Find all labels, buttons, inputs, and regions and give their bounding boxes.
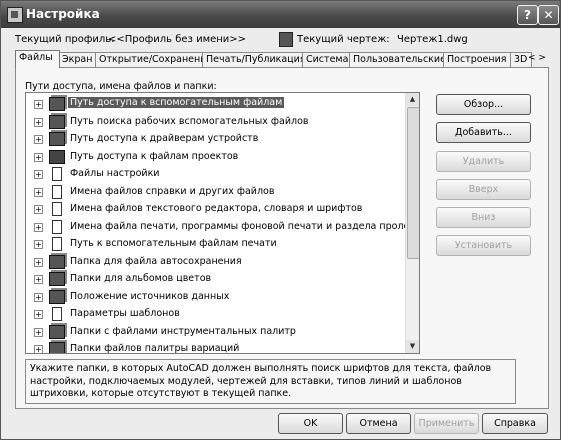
tree-item[interactable]: + Файлы настройки xyxy=(26,165,406,182)
tab-drafting[interactable]: Построения xyxy=(443,52,512,67)
expand-icon[interactable]: + xyxy=(34,135,43,144)
drawing-icon xyxy=(279,32,293,47)
drawing-label: Текущий чертеж: xyxy=(297,34,390,45)
move-down-button[interactable]: Вниз xyxy=(436,207,531,228)
tree-item[interactable]: + Путь поиска рабочих вспомогательных фа… xyxy=(26,113,406,130)
document-icon xyxy=(52,167,62,181)
profile-label: Текущий профиль: xyxy=(15,34,115,45)
drawing-value: Чертеж1.dwg xyxy=(397,34,468,45)
expand-icon[interactable]: + xyxy=(34,257,43,267)
folder-tree-icon xyxy=(49,272,65,286)
tab-scroll-arrows: < > xyxy=(528,53,546,63)
document-icon xyxy=(52,184,62,199)
tree-item[interactable]: + Имена файлов текстового редактора, сло… xyxy=(26,200,406,217)
tab-user-preferences[interactable]: Пользовательские xyxy=(349,52,446,67)
scroll-down-icon[interactable]: ▼ xyxy=(406,340,419,353)
tree-item[interactable]: + Папки файлов палитры вариаций xyxy=(26,340,406,353)
expand-icon[interactable]: + xyxy=(34,222,43,232)
tree-item[interactable]: + Имена файла печати, программы фоновой … xyxy=(26,218,419,235)
add-button[interactable]: Добавить... xyxy=(436,122,531,143)
expand-icon[interactable]: + xyxy=(34,152,43,162)
folder-tree-icon xyxy=(49,254,65,269)
expand-icon[interactable]: + xyxy=(34,187,43,197)
tab-open-save[interactable]: Открытие/Сохранение xyxy=(95,52,212,67)
tree-item[interactable]: + Путь доступа к файлам проектов xyxy=(26,148,406,165)
profile-value: <<Профиль без имени>> xyxy=(108,34,247,45)
project-files-icon xyxy=(49,149,65,164)
title-bar[interactable]: Настройка ? ✕ xyxy=(1,1,560,28)
expand-icon[interactable]: + xyxy=(34,100,43,109)
expand-icon[interactable]: + xyxy=(34,310,43,319)
expand-icon[interactable]: + xyxy=(34,275,43,284)
expand-icon[interactable]: + xyxy=(34,345,43,353)
expand-icon[interactable]: + xyxy=(34,205,43,214)
remove-button[interactable]: Удалить xyxy=(436,151,531,172)
tab-system[interactable]: Система xyxy=(302,52,351,67)
folder-tree-icon xyxy=(49,324,65,339)
folder-tree-icon xyxy=(49,97,65,111)
tree-item[interactable]: + Путь доступа к вспомогательным файлам xyxy=(26,95,406,112)
tree-item[interactable]: + Папки для альбомов цветов xyxy=(26,270,406,287)
app-icon xyxy=(7,7,23,23)
set-current-button[interactable]: Установить xyxy=(436,235,531,256)
tree-scrollbar[interactable]: ▲ ▼ xyxy=(405,93,419,353)
document-icon xyxy=(52,237,62,251)
folder-tree-icon xyxy=(49,289,65,304)
browse-button[interactable]: Обзор... xyxy=(436,94,531,115)
window-title: Настройка xyxy=(26,7,100,21)
help-button[interactable]: Справка xyxy=(482,413,548,434)
expand-icon[interactable]: + xyxy=(34,292,43,302)
expand-icon[interactable]: + xyxy=(34,327,43,337)
document-icon xyxy=(52,219,62,234)
expand-icon[interactable]: + xyxy=(34,240,43,249)
ok-button[interactable]: OK xyxy=(278,413,343,434)
expand-icon[interactable]: + xyxy=(34,170,43,179)
move-up-button[interactable]: Вверх xyxy=(436,179,531,200)
folder-tree-icon xyxy=(49,114,65,129)
tree-item[interactable]: + Путь к вспомогательным файлам печати xyxy=(26,235,406,252)
tab-display[interactable]: Экран xyxy=(58,52,97,67)
folder-tree-icon xyxy=(49,342,65,353)
expand-icon[interactable]: + xyxy=(34,117,43,127)
search-paths-tree[interactable]: + Путь доступа к вспомогательным файлам … xyxy=(25,92,420,354)
settings-dialog: Настройка ? ✕ Текущий профиль: <<Профиль… xyxy=(0,0,561,440)
tree-item[interactable]: + Папка для файла автосохранения xyxy=(26,253,406,270)
description-box: Укажите папки, в которых AutoCAD должен … xyxy=(25,359,516,404)
apply-button[interactable]: Применить xyxy=(414,413,479,434)
tree-item[interactable]: + Имена файлов справки и других файлов xyxy=(26,183,406,200)
scroll-up-icon[interactable]: ▲ xyxy=(406,93,419,106)
close-button[interactable]: ✕ xyxy=(538,5,559,25)
document-icon xyxy=(52,202,62,216)
tree-item[interactable]: + Параметры шаблонов xyxy=(26,305,406,322)
help-title-button[interactable]: ? xyxy=(517,5,538,25)
document-icon xyxy=(52,307,62,321)
cancel-button[interactable]: Отмена xyxy=(346,413,411,434)
folder-tree-icon xyxy=(49,132,65,146)
tree-item[interactable]: + Папки с файлами инструментальных палит… xyxy=(26,323,406,340)
tab-scroll-right-icon[interactable]: > xyxy=(538,53,546,63)
tab-scroll-left-icon[interactable]: < xyxy=(528,53,536,63)
paths-label: Пути доступа, имена файлов и папки: xyxy=(25,81,217,92)
tab-files[interactable]: Файлы xyxy=(15,50,60,68)
tree-item[interactable]: + Положение источников данных xyxy=(26,288,406,305)
scroll-thumb[interactable] xyxy=(407,107,419,259)
tab-plot-publish[interactable]: Печать/Публикация xyxy=(202,52,306,67)
tree-item[interactable]: + Путь доступа к драйверам устройств xyxy=(26,130,406,147)
